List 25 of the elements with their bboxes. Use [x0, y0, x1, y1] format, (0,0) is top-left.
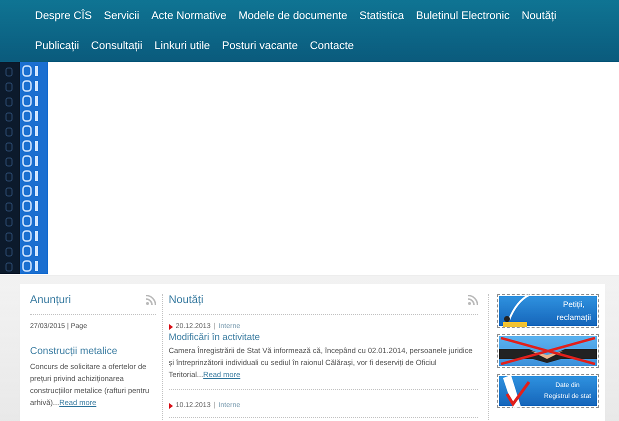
news-title[interactable]: Modificări în activitate	[168, 332, 478, 343]
announcement-title[interactable]: Construcții metalice	[30, 346, 156, 357]
nav-link[interactable]: Despre CÎS	[35, 9, 92, 23]
nav-link[interactable]: Posturi vacante	[222, 39, 298, 53]
checklist-icon	[501, 374, 531, 408]
nav-link[interactable]: Acte Normative	[151, 9, 227, 23]
bullet-arrow-icon	[168, 324, 173, 330]
banner-text: Petiții,	[562, 299, 585, 311]
nav-link[interactable]: Linkuri utile	[154, 39, 210, 53]
nav-link[interactable]: Modele de documente	[238, 9, 348, 23]
rss-icon[interactable]	[146, 295, 156, 305]
section-title: Anunțuri	[30, 294, 71, 306]
nav-link[interactable]: Consultații	[91, 39, 142, 53]
bullet-arrow-icon	[168, 402, 173, 408]
nav-link[interactable]: Publicații	[35, 39, 80, 53]
nav-link[interactable]: Contacte	[310, 39, 354, 53]
nav-link[interactable]: Buletinul Electronic	[416, 9, 510, 23]
nav-link[interactable]: Noutăți	[522, 9, 556, 23]
rss-icon[interactable]	[468, 295, 478, 305]
banner-text: reclamații	[556, 312, 591, 324]
banner-link[interactable]: Petiții, reclamații	[497, 294, 599, 328]
nav-link[interactable]: Statistica	[359, 9, 404, 23]
quill-book-icon	[501, 294, 531, 328]
section-title: Noutăți	[168, 294, 204, 306]
nav-link[interactable]: Servicii	[104, 9, 140, 23]
